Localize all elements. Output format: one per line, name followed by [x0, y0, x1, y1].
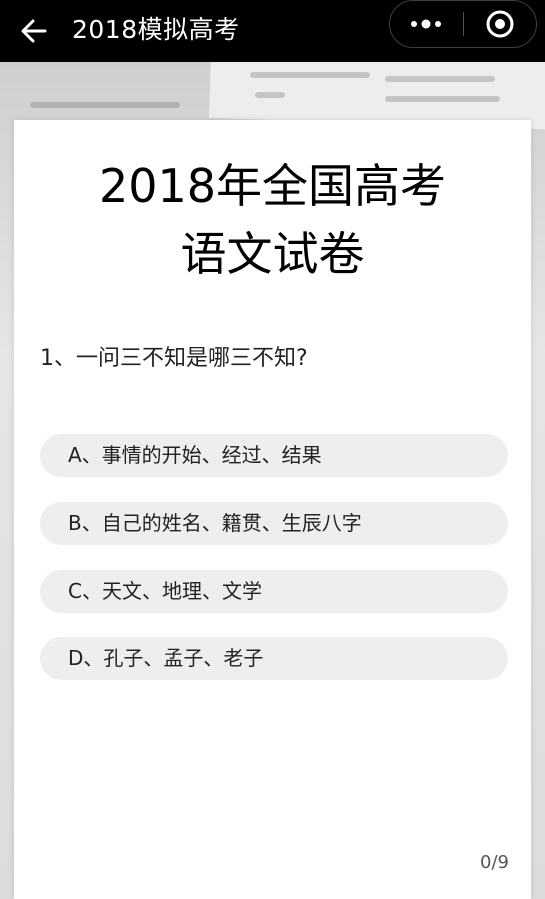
navigation-bar: 2018模拟高考	[0, 0, 545, 62]
background-line	[250, 72, 370, 78]
background-line	[385, 76, 495, 82]
exam-title: 2018年全国高考 语文试卷	[14, 152, 531, 288]
more-dots-icon	[411, 19, 441, 29]
background-line	[30, 102, 180, 108]
exam-title-line2: 语文试卷	[180, 227, 365, 281]
option-c-button[interactable]: C、天文、地理、文学	[40, 570, 508, 613]
exam-card: 2018年全国高考 语文试卷 1、一问三不知是哪三不知? A、事情的开始、经过、…	[14, 120, 531, 899]
option-d-button[interactable]: D、孔子、孟子、老子	[40, 637, 508, 680]
background-line	[255, 92, 285, 98]
question-progress: 0/9	[480, 852, 509, 873]
close-target-icon	[486, 10, 514, 38]
more-button[interactable]	[390, 1, 462, 47]
page-title: 2018模拟高考	[72, 15, 240, 44]
back-button[interactable]	[18, 15, 50, 47]
option-a-button[interactable]: A、事情的开始、经过、结果	[40, 434, 508, 477]
close-button[interactable]	[464, 1, 536, 47]
exam-title-line1: 2018年全国高考	[98, 159, 447, 213]
background-line	[385, 96, 500, 102]
question-text: 1、一问三不知是哪三不知?	[40, 346, 308, 371]
back-arrow-icon	[21, 19, 47, 43]
option-b-button[interactable]: B、自己的姓名、籍贯、生辰八字	[40, 502, 508, 545]
